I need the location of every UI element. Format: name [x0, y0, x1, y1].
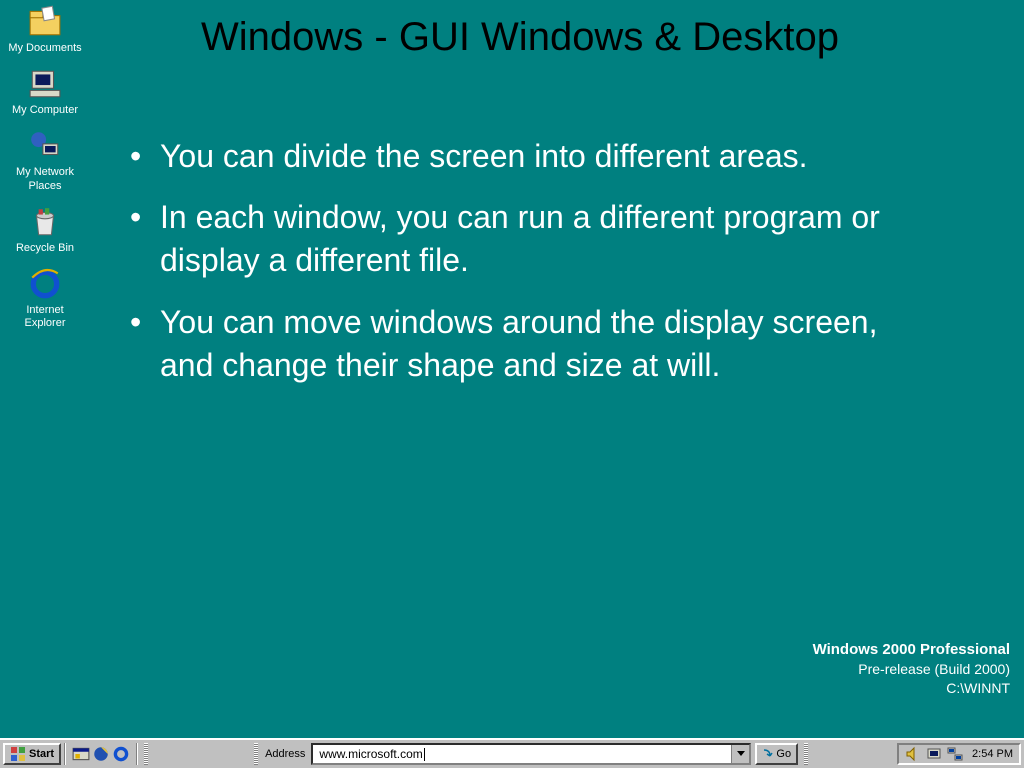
desktop-icon-recycle-bin[interactable]: Recycle Bin [5, 205, 85, 255]
taskbar-divider [136, 743, 138, 765]
stamp-product: Windows 2000 Professional [813, 640, 1010, 660]
build-stamp: Windows 2000 Professional Pre-release (B… [813, 640, 1010, 698]
bullet-item: In each window, you can run a different … [120, 196, 880, 282]
display-tray-icon[interactable] [926, 746, 942, 762]
taskbar-grip[interactable] [804, 743, 808, 765]
show-desktop-icon[interactable] [72, 745, 90, 763]
taskbar-divider [64, 743, 66, 765]
taskbar-grip[interactable] [254, 743, 258, 765]
slide-bullets: You can divide the screen into different… [120, 135, 880, 405]
address-input[interactable]: www.microsoft.com [311, 743, 751, 765]
taskbar: Start Address www.microsoft.com Go 2:54 … [0, 738, 1024, 768]
address-dropdown-button[interactable] [731, 745, 749, 763]
desktop-icon-internet-explorer[interactable]: Internet Explorer [5, 267, 85, 330]
start-button[interactable]: Start [3, 743, 61, 765]
icon-label: Internet Explorer [5, 304, 85, 330]
icon-label: Recycle Bin [16, 242, 74, 255]
bullet-item: You can move windows around the display … [120, 301, 880, 387]
icon-label: My Network Places [5, 166, 85, 192]
stamp-build: Pre-release (Build 2000) [813, 660, 1010, 679]
desktop-icon-my-documents[interactable]: My Documents [5, 5, 85, 55]
icon-label: My Computer [12, 104, 78, 117]
start-label: Start [29, 748, 54, 760]
icon-label: My Documents [8, 42, 81, 55]
quick-launch [69, 745, 133, 763]
bullet-item: You can divide the screen into different… [120, 135, 880, 178]
stamp-path: C:\WINNT [813, 679, 1010, 698]
go-button[interactable]: Go [755, 743, 798, 765]
network-icon [28, 129, 62, 163]
text-cursor [424, 748, 425, 761]
computer-icon [28, 67, 62, 101]
address-label: Address [265, 748, 305, 760]
address-value: www.microsoft.com [319, 747, 422, 761]
desktop-icon-my-network-places[interactable]: My Network Places [5, 129, 85, 192]
slide-title: Windows - GUI Windows & Desktop [170, 12, 870, 62]
recycle-bin-icon [28, 205, 62, 239]
volume-icon[interactable] [905, 746, 921, 762]
taskbar-clock[interactable]: 2:54 PM [972, 748, 1013, 760]
outlook-icon[interactable] [92, 745, 110, 763]
folder-documents-icon [28, 5, 62, 39]
windows-logo-icon [10, 746, 26, 762]
go-arrow-icon [762, 748, 774, 760]
ie-icon [28, 267, 62, 301]
ie-quicklaunch-icon[interactable] [112, 745, 130, 763]
system-tray: 2:54 PM [897, 743, 1021, 765]
desktop[interactable]: My Documents My Computer My Network Plac… [0, 0, 1024, 738]
desktop-icons-column: My Documents My Computer My Network Plac… [5, 5, 85, 330]
chevron-down-icon [737, 751, 745, 757]
go-label: Go [776, 748, 791, 760]
taskbar-grip[interactable] [144, 743, 148, 765]
desktop-icon-my-computer[interactable]: My Computer [5, 67, 85, 117]
network-tray-icon[interactable] [947, 746, 963, 762]
